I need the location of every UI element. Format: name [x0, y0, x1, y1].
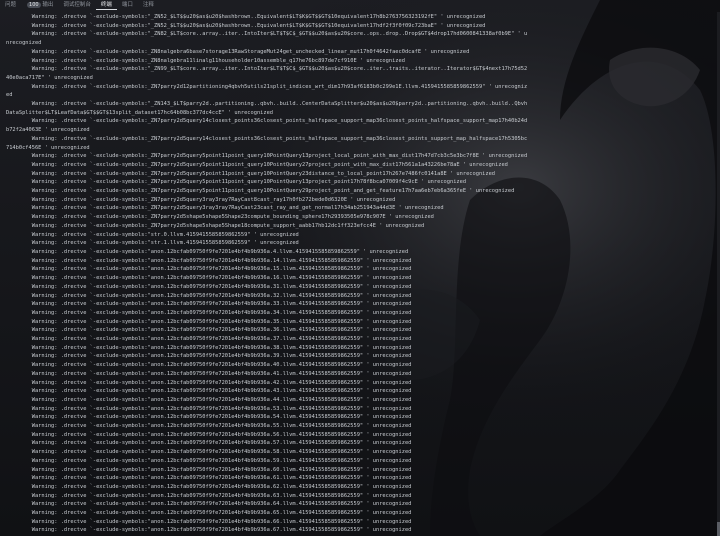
terminal-line: Warning: .drectve `-exclude-symbols:"_ZN… [6, 101, 528, 116]
terminal-line: Warning: .drectve `-exclude-symbols:_ZN7… [6, 118, 528, 134]
tab-comments-label: 注释 [142, 2, 154, 8]
terminal-line: Warning: .drectve `-exclude-symbols:_ZN7… [6, 222, 425, 229]
terminal-line: Warning: .drectve `-exclude-symbols:"ano… [6, 362, 412, 369]
terminal-line: Warning: .drectve `-exclude-symbols:_ZN7… [6, 196, 396, 203]
tab-problems-label: 问题 [5, 2, 17, 8]
terminal-line: Warning: .drectve `-exclude-symbols:"ano… [6, 336, 412, 343]
tab-ports-label: 端口 [121, 2, 133, 8]
terminal-line: Warning: .drectve `-exclude-symbols:"ano… [6, 457, 412, 464]
terminal-line: Warning: .drectve `-exclude-symbols:"ano… [6, 248, 409, 255]
tab-problems[interactable]: 问题 [0, 0, 21, 10]
terminal-line: Warning: .drectve `-exclude-symbols:"ano… [6, 292, 412, 299]
tab-output-count: 100 [27, 2, 41, 8]
terminal-line: Warning: .drectve `-exclude-symbols:"ano… [6, 405, 412, 412]
terminal-line: Warning: .drectve `-exclude-symbols:"ano… [6, 440, 412, 447]
terminal-line: Warning: .drectve `-exclude-symbols:"ano… [6, 301, 412, 308]
tab-comments[interactable]: 注释 [138, 0, 159, 10]
terminal-line: Warning: .drectve `-exclude-symbols:"ano… [6, 501, 412, 508]
terminal-line: Warning: .drectve `-exclude-symbols:_ZN7… [6, 214, 434, 221]
terminal-line: Warning: .drectve `-exclude-symbols:"ano… [6, 266, 412, 273]
panel-tab-bar: 问题 100 输出 调试控制台 终端 端口 注释 [0, 0, 720, 10]
terminal-line: Warning: .drectve `-exclude-symbols:"ano… [6, 423, 412, 430]
terminal-line: Warning: .drectve `-exclude-symbols:_ZN7… [6, 135, 528, 151]
terminal-line: Warning: .drectve `-exclude-symbols:"str… [6, 240, 299, 247]
terminal-line: Warning: .drectve `-exclude-symbols:"ano… [6, 510, 412, 517]
terminal-line: Warning: .drectve `-exclude-symbols:"ano… [6, 431, 412, 438]
tab-terminal-label: 终端 [100, 2, 112, 8]
terminal-line: Warning: .drectve `-exclude-symbols:_ZN7… [6, 205, 444, 212]
terminal-line: Warning: .drectve `-exclude-symbols:"ano… [6, 414, 412, 421]
terminal-line: Warning: .drectve `-exclude-symbols:"ano… [6, 379, 412, 386]
tab-debug-console[interactable]: 调试控制台 [58, 0, 96, 10]
terminal-line: Warning: .drectve `-exclude-symbols:"_ZN… [6, 31, 528, 47]
terminal-line: Warning: .drectve `-exclude-symbols:_ZN7… [6, 188, 515, 195]
terminal-line: Warning: .drectve `-exclude-symbols:"ano… [6, 449, 412, 456]
tab-terminal[interactable]: 终端 [95, 0, 117, 10]
terminal-line: Warning: .drectve `-exclude-symbols:_ZN7… [6, 161, 508, 168]
tab-output[interactable]: 100 输出 [21, 0, 58, 10]
terminal-line: Warning: .drectve `-exclude-symbols:"ano… [6, 370, 412, 377]
terminal-line: Warning: .drectve `-exclude-symbols:"ano… [6, 327, 412, 334]
terminal-line: Warning: .drectve `-exclude-symbols:"ano… [6, 309, 412, 316]
terminal-line: Warning: .drectve `-exclude-symbols:"ano… [6, 283, 412, 290]
terminal-line: Warning: .drectve `-exclude-symbols:"str… [6, 231, 299, 238]
terminal-line: Warning: .drectve `-exclude-symbols:"ano… [6, 466, 412, 473]
terminal-line: Warning: .drectve `-exclude-symbols:"ano… [6, 527, 412, 534]
terminal-line: Warning: .drectve `-exclude-symbols:"ano… [6, 318, 412, 325]
terminal-line: Warning: .drectve `-exclude-symbols:_ZN8… [6, 57, 405, 64]
terminal-line: Warning: .drectve `-exclude-symbols:_ZN7… [6, 179, 467, 186]
terminal-line: Warning: .drectve `-exclude-symbols:"ano… [6, 396, 412, 403]
terminal-line: Warning: .drectve `-exclude-symbols:"_ZN… [6, 14, 486, 20]
tab-debug-console-label: 调试控制台 [63, 2, 91, 8]
terminal-line: Warning: .drectve `-exclude-symbols:"ano… [6, 257, 412, 264]
terminal-line: Warning: .drectve `-exclude-symbols:"ano… [6, 483, 412, 490]
terminal-output[interactable]: Warning: .drectve `-exclude-symbols:"_ZN… [0, 13, 718, 535]
terminal-line: Warning: .drectve `-exclude-symbols:"_ZN… [6, 66, 528, 81]
terminal-line: Warning: .drectve `-exclude-symbols:"ano… [6, 344, 412, 351]
terminal-line: Warning: .drectve `-exclude-symbols:_ZN7… [6, 170, 496, 177]
terminal-line: Warning: .drectve `-exclude-symbols:"ano… [6, 518, 412, 525]
terminal-line: Warning: .drectve `-exclude-symbols:"ano… [6, 275, 412, 282]
terminal-line: Warning: .drectve `-exclude-symbols:"ano… [6, 492, 412, 499]
terminal-line: Warning: .drectve `-exclude-symbols:"_ZN… [6, 22, 486, 29]
terminal-line: Warning: .drectve `-exclude-symbols:_ZN7… [6, 153, 528, 160]
tab-output-label: 输出 [42, 2, 54, 8]
terminal-line: Warning: .drectve `-exclude-symbols:"ano… [6, 475, 412, 482]
terminal-line: Warning: .drectve `-exclude-symbols:"ano… [6, 388, 412, 395]
terminal-line: Warning: .drectve `-exclude-symbols:_ZN8… [6, 48, 470, 55]
tab-ports[interactable]: 端口 [117, 0, 138, 10]
terminal-line: Warning: .drectve `-exclude-symbols:_ZN7… [6, 83, 528, 99]
terminal-line: Warning: .drectve `-exclude-symbols:"ano… [6, 353, 412, 360]
